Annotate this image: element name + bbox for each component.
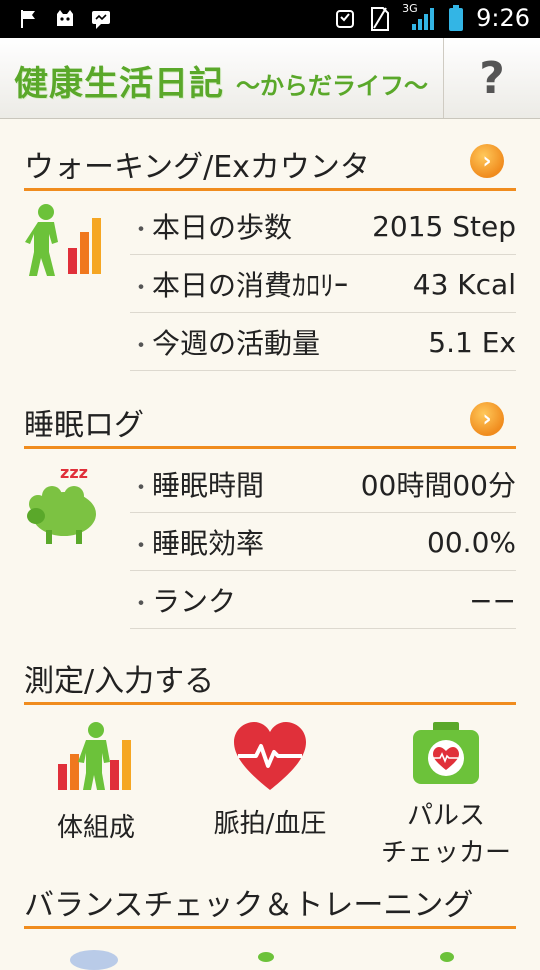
row-label: 今週の活動量 [130,322,320,362]
row-label: 睡眠時間 [130,464,264,504]
balance-section-title: バランスチェック＆トレーニング [24,888,474,923]
android-debug-icon [336,10,355,28]
row-label: ランク [130,580,236,620]
cat-notification-icon [57,10,73,26]
app-header: 健康生活日記 〜からだライフ〜 ? [0,38,540,119]
pulse-blood-pressure-tile[interactable]: 脈拍/血圧 [200,720,340,860]
measure-section-header: 測定/入力する [24,656,516,705]
chat-icon [92,11,110,29]
sleep-detail-arrow-icon[interactable]: › [470,402,504,436]
status-bar: 3G 9:26 [0,0,540,38]
sleep-row-rank: ランク −− [130,572,516,629]
walking-row-calories: 本日の消費ｶﾛﾘｰ 43 Kcal [130,256,516,313]
clock: 9:26 [476,4,530,32]
battery-icon [449,5,464,31]
pulse-camera-icon [413,722,479,784]
training-icon-partial [258,952,274,962]
help-button[interactable]: ? [443,38,540,118]
balance-section-header: バランスチェック＆トレーニング [24,880,516,929]
flag-icon [21,10,35,28]
no-sim-icon [371,7,390,31]
walker-chart-icon [25,204,101,276]
walking-row-steps: 本日の歩数 2015 Step [130,198,516,255]
sleep-row-efficiency: 睡眠効率 00.0% [130,514,516,571]
sleep-section-header[interactable]: 睡眠ログ › [24,400,516,449]
signal-icon: 3G [402,2,436,32]
sleep-row-time: 睡眠時間 00時間00分 [130,456,516,513]
help-icon: ? [479,52,505,104]
tile-label-line2: チェッカー [380,838,511,868]
walking-detail-arrow-icon[interactable]: › [470,144,504,178]
app-title: 健康生活日記 [14,64,224,104]
body-composition-tile[interactable]: 体組成 [40,720,152,860]
walking-row-activity: 今週の活動量 5.1 Ex [130,314,516,371]
row-value: 2015 Step [372,209,516,243]
row-label: 本日の消費ｶﾛﾘｰ [130,264,348,304]
training-icon-partial [440,952,454,962]
heart-pulse-icon [234,722,306,790]
tile-label: 脈拍/血圧 [213,809,327,839]
row-value: 43 Kcal [412,267,516,301]
row-value: 00時間00分 [360,469,516,502]
row-value: 5.1 Ex [428,325,516,359]
body-composition-icon [58,722,131,790]
walking-section-header[interactable]: ウォーキング/Exカウンタ › [24,142,516,191]
app-subtitle: 〜からだライフ〜 [236,72,428,100]
row-value: −− [469,583,516,617]
walking-section-title: ウォーキング/Exカウンタ [24,150,370,185]
measure-section-title: 測定/入力する [24,664,215,699]
sleeping-sheep-icon: zzz [27,463,96,544]
sleep-section-title: 睡眠ログ [24,408,144,443]
tile-label: 体組成 [56,813,135,843]
row-value: 00.0% [427,525,516,559]
balance-icon-partial [70,950,118,970]
row-label: 睡眠効率 [130,522,264,562]
row-label: 本日の歩数 [130,206,292,246]
zzz-text: zzz [60,463,88,482]
tile-label-line1: パルス [406,801,485,831]
pulse-checker-tile[interactable]: パルス チェッカー [376,720,516,870]
